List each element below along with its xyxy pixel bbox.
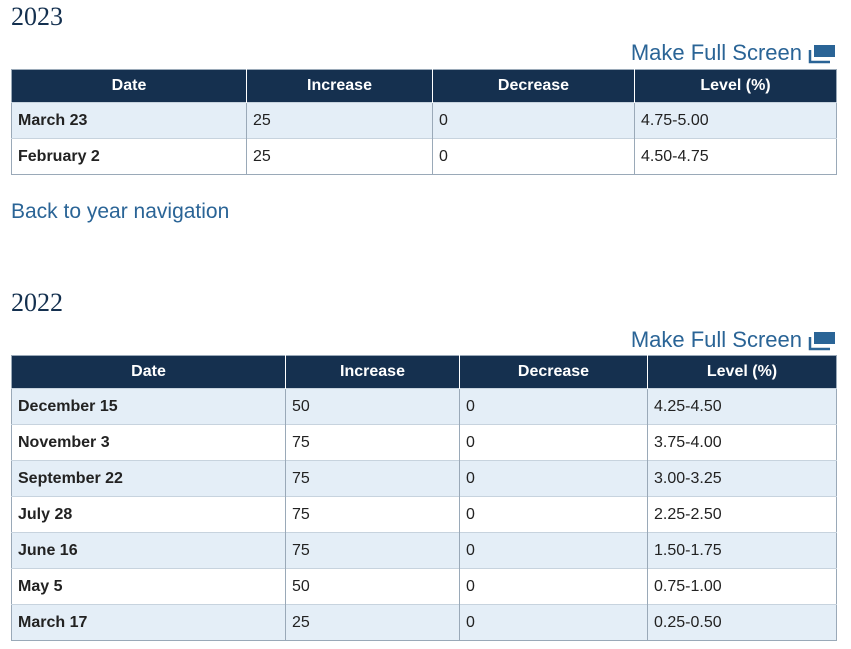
year-heading-2022: 2022 xyxy=(11,288,63,317)
increase-cell: 75 xyxy=(285,460,460,497)
make-full-screen-link-2023[interactable]: Make Full Screen xyxy=(631,39,836,67)
increase-cell: 25 xyxy=(285,604,460,641)
column-header-decrease: Decrease xyxy=(459,355,648,389)
level-cell: 0.75-1.00 xyxy=(647,568,837,605)
table-header-row: Date Increase Decrease Level (%) xyxy=(11,355,837,389)
level-cell: 0.25-0.50 xyxy=(647,604,837,641)
increase-cell: 50 xyxy=(285,568,460,605)
decrease-cell: 0 xyxy=(459,424,648,461)
date-cell: March 17 xyxy=(11,604,286,641)
level-cell: 3.00-3.25 xyxy=(647,460,837,497)
level-cell: 2.25-2.50 xyxy=(647,496,837,533)
table-row: March 17 25 0 0.25-0.50 xyxy=(11,604,837,641)
date-cell: March 23 xyxy=(11,102,247,139)
increase-cell: 50 xyxy=(285,388,460,425)
make-full-screen-link-2022[interactable]: Make Full Screen xyxy=(631,326,836,354)
increase-cell: 25 xyxy=(246,138,433,175)
decrease-cell: 0 xyxy=(459,532,648,569)
table-row: February 2 25 0 4.50-4.75 xyxy=(11,138,837,175)
page: 2023 Make Full Screen Date Increase Decr… xyxy=(0,0,851,649)
increase-cell: 75 xyxy=(285,532,460,569)
decrease-cell: 0 xyxy=(459,388,648,425)
table-row: May 5 50 0 0.75-1.00 xyxy=(11,568,837,605)
increase-cell: 25 xyxy=(246,102,433,139)
column-header-level: Level (%) xyxy=(634,69,837,103)
table-row: November 3 75 0 3.75-4.00 xyxy=(11,424,837,461)
fullscreen-label: Make Full Screen xyxy=(630,40,802,65)
date-cell: September 22 xyxy=(11,460,286,497)
increase-cell: 75 xyxy=(285,424,460,461)
fullscreen-label: Make Full Screen xyxy=(630,327,802,352)
column-header-decrease: Decrease xyxy=(432,69,635,103)
date-cell: June 16 xyxy=(11,532,286,569)
table-row: July 28 75 0 2.25-2.50 xyxy=(11,496,837,533)
year-heading-2023: 2023 xyxy=(11,2,63,31)
decrease-cell: 0 xyxy=(459,460,648,497)
date-cell: July 28 xyxy=(11,496,286,533)
table-row: September 22 75 0 3.00-3.25 xyxy=(11,460,837,497)
decrease-cell: 0 xyxy=(459,568,648,605)
date-cell: May 5 xyxy=(11,568,286,605)
rate-table-2022: Date Increase Decrease Level (%) Decembe… xyxy=(11,355,837,641)
level-cell: 4.25-4.50 xyxy=(647,388,837,425)
column-header-date: Date xyxy=(11,355,286,389)
column-header-increase: Increase xyxy=(285,355,460,389)
column-header-level: Level (%) xyxy=(647,355,837,389)
fullscreen-icon xyxy=(808,43,836,64)
table-row: June 16 75 0 1.50-1.75 xyxy=(11,532,837,569)
table-row: March 23 25 0 4.75-5.00 xyxy=(11,102,837,139)
date-cell: February 2 xyxy=(11,138,247,175)
decrease-cell: 0 xyxy=(432,102,635,139)
rate-table-2023: Date Increase Decrease Level (%) March 2… xyxy=(11,69,837,175)
fullscreen-icon xyxy=(808,330,836,351)
back-to-year-navigation-link[interactable]: Back to year navigation xyxy=(11,200,229,224)
level-cell: 1.50-1.75 xyxy=(647,532,837,569)
table-row: December 15 50 0 4.25-4.50 xyxy=(11,388,837,425)
date-cell: December 15 xyxy=(11,388,286,425)
level-cell: 4.75-5.00 xyxy=(634,102,837,139)
column-header-date: Date xyxy=(11,69,247,103)
level-cell: 3.75-4.00 xyxy=(647,424,837,461)
decrease-cell: 0 xyxy=(459,496,648,533)
column-header-increase: Increase xyxy=(246,69,433,103)
table-header-row: Date Increase Decrease Level (%) xyxy=(11,69,837,103)
decrease-cell: 0 xyxy=(432,138,635,175)
decrease-cell: 0 xyxy=(459,604,648,641)
increase-cell: 75 xyxy=(285,496,460,533)
level-cell: 4.50-4.75 xyxy=(634,138,837,175)
date-cell: November 3 xyxy=(11,424,286,461)
